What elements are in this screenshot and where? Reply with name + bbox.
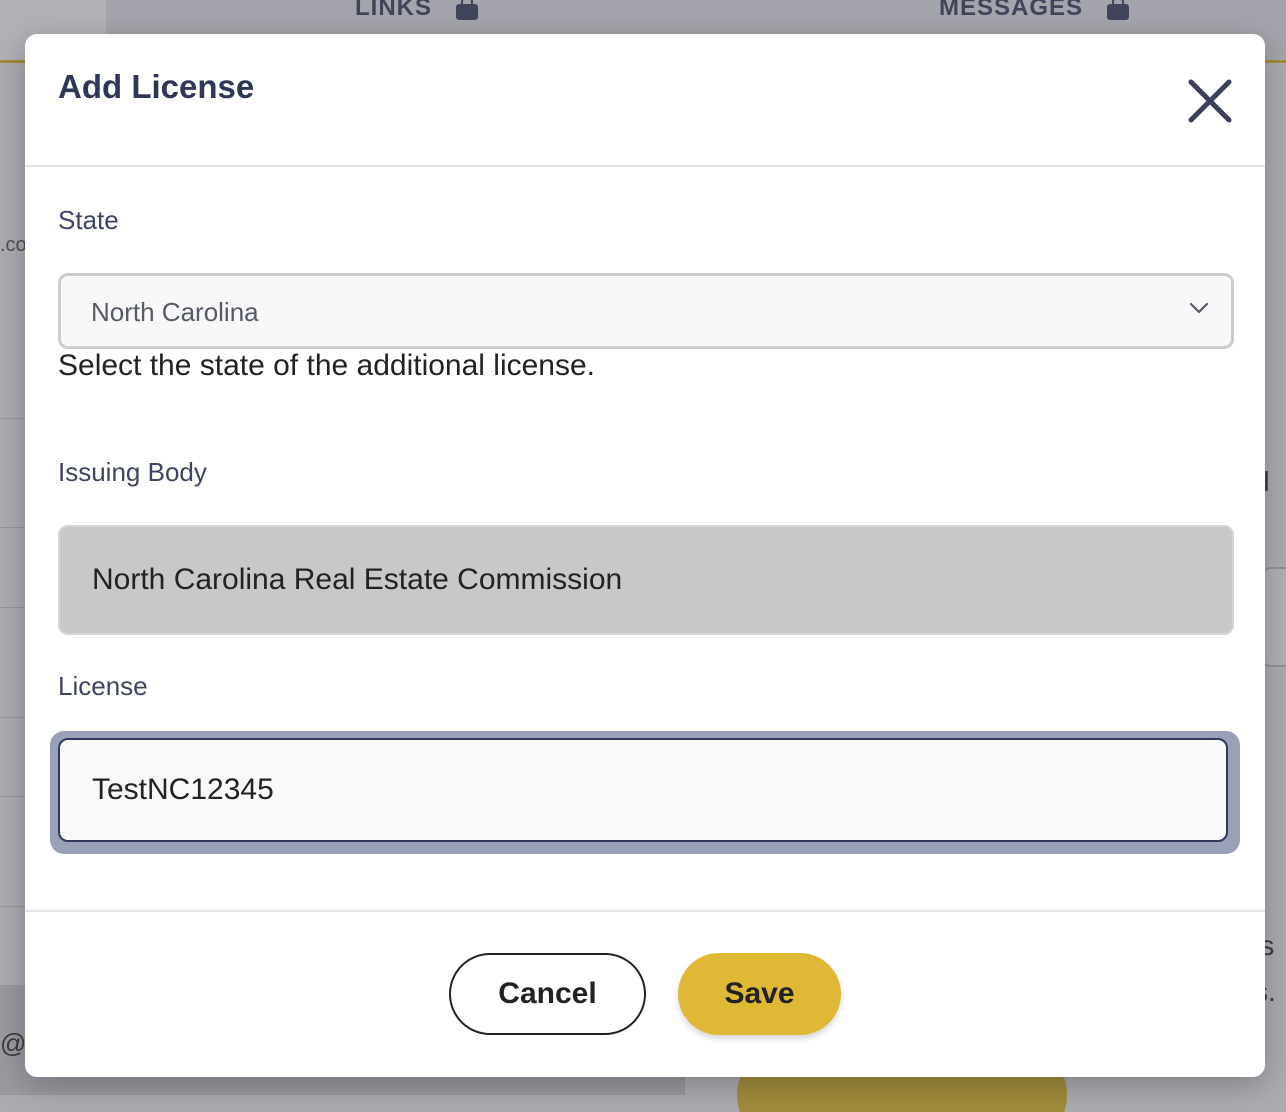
- save-button[interactable]: Save: [678, 953, 841, 1035]
- dialog-header: Add License: [25, 34, 1265, 167]
- state-select[interactable]: North Carolina: [58, 273, 1234, 349]
- add-license-dialog: Add License State North Carolina Select …: [25, 34, 1265, 1077]
- chevron-down-icon: [1189, 302, 1209, 314]
- state-select-value: North Carolina: [91, 297, 259, 327]
- issuing-body-value: North Carolina Real Estate Commission: [92, 563, 623, 596]
- state-label: State: [58, 205, 119, 235]
- cancel-button[interactable]: Cancel: [449, 953, 646, 1035]
- footer-divider: [25, 910, 1265, 912]
- close-icon: [1188, 79, 1232, 123]
- dialog-title: Add License: [58, 68, 255, 105]
- license-input[interactable]: [58, 738, 1228, 842]
- license-label: License: [58, 671, 148, 701]
- close-button[interactable]: [1183, 74, 1237, 128]
- issuing-body-field: North Carolina Real Estate Commission: [58, 525, 1234, 635]
- state-help-text: Select the state of the additional licen…: [58, 349, 596, 382]
- issuing-body-label: Issuing Body: [58, 457, 207, 487]
